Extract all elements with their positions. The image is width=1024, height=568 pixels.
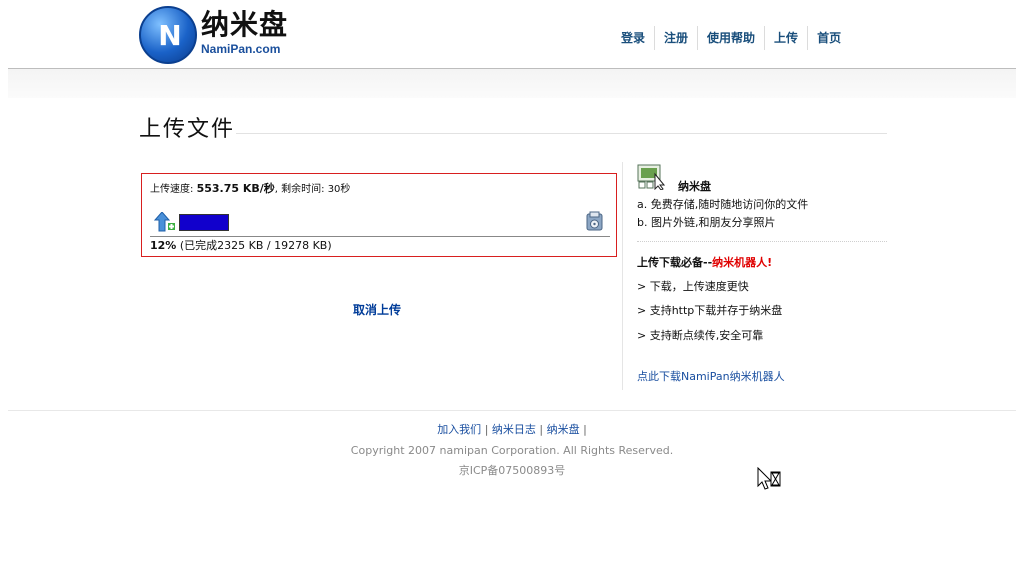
progress-percent-line: 12% (已完成2325 KB / 19278 KB) [150, 237, 332, 253]
footer-sep: | [539, 423, 547, 436]
footer-links: 加入我们 | 纳米日志 | 纳米盘 | [0, 421, 1024, 437]
must-have-highlight: 纳米机器人! [712, 256, 773, 269]
cancel-upload-link[interactable]: 取消上传 [353, 301, 401, 318]
download-robot-link[interactable]: 点此下载NamiPan纳米机器人 [637, 368, 785, 384]
nav-register[interactable]: 注册 [654, 26, 697, 50]
upload-arrow-icon [154, 212, 175, 232]
sidebar-point-speed: > 下载，上传速度更快 [637, 280, 749, 293]
screen-icon [637, 164, 665, 190]
nav-home[interactable]: 首页 [807, 26, 850, 50]
sidebar-brand: 纳米盘 [678, 180, 711, 193]
logo-title: 纳米盘 [201, 8, 289, 41]
speed-label: 上传速度: [150, 184, 194, 195]
sidebar-point-resume: > 支持断点续传,安全可靠 [637, 329, 764, 342]
progress-detail: (已完成2325 KB / 19278 KB) [179, 239, 332, 252]
footer-link-blog[interactable]: 纳米日志 [492, 423, 536, 436]
sidebar-separator [622, 162, 623, 390]
remaining-value: 30秒 [327, 184, 351, 195]
top-nav: 登录 注册 使用帮助 上传 首页 [612, 26, 850, 50]
namipan-logo[interactable]: N 纳米盘 NamiPan.com [139, 5, 299, 67]
nav-upload[interactable]: 上传 [764, 26, 807, 50]
footer-copyright: Copyright 2007 namipan Corporation. All … [350, 444, 674, 457]
footer-link-namipan[interactable]: 纳米盘 [547, 423, 580, 436]
nav-login[interactable]: 登录 [612, 26, 654, 50]
remaining-label: , 剩余时间: [274, 184, 325, 195]
upload-progress-box: 上传速度: 553.75 KB/秒, 剩余时间: 30秒 12% (已完成232… [141, 173, 617, 257]
busy-cursor-icon [757, 467, 781, 490]
sidebar-feature-storage: a. 免费存储,随时随地访问你的文件 [637, 198, 809, 211]
title-rule [236, 133, 887, 134]
disk-icon [586, 211, 603, 231]
footer-sep: | [484, 423, 492, 436]
upload-speed-line: 上传速度: 553.75 KB/秒, 剩余时间: 30秒 [150, 180, 350, 196]
logo-circle-icon: N [139, 6, 197, 64]
footer-link-join[interactable]: 加入我们 [437, 423, 481, 436]
sidebar-must-have: 上传下载必备--纳米机器人! [637, 254, 772, 270]
progress-percent: 12% [150, 239, 177, 252]
speed-value: 553.75 KB/秒 [196, 182, 275, 195]
upload-progress-bar [179, 214, 229, 231]
footer-icp: 京ICP备07500893号 [458, 464, 566, 477]
must-have-prefix: 上传下载必备-- [637, 256, 713, 269]
footer-sep: | [583, 423, 587, 436]
header-divider [8, 68, 1016, 98]
nav-help[interactable]: 使用帮助 [697, 26, 764, 50]
logo-subtitle: NamiPan.com [201, 42, 281, 56]
footer-rule [8, 410, 1016, 411]
header: N 纳米盘 NamiPan.com 登录 注册 使用帮助 上传 首页 [0, 0, 1024, 68]
sidebar-dotted-rule [637, 241, 887, 242]
page-title: 上传文件 [139, 117, 236, 142]
sidebar-feature-share: b. 图片外链,和朋友分享照片 [637, 216, 776, 229]
sidebar-point-http: > 支持http下载并存于纳米盘 [637, 304, 783, 317]
